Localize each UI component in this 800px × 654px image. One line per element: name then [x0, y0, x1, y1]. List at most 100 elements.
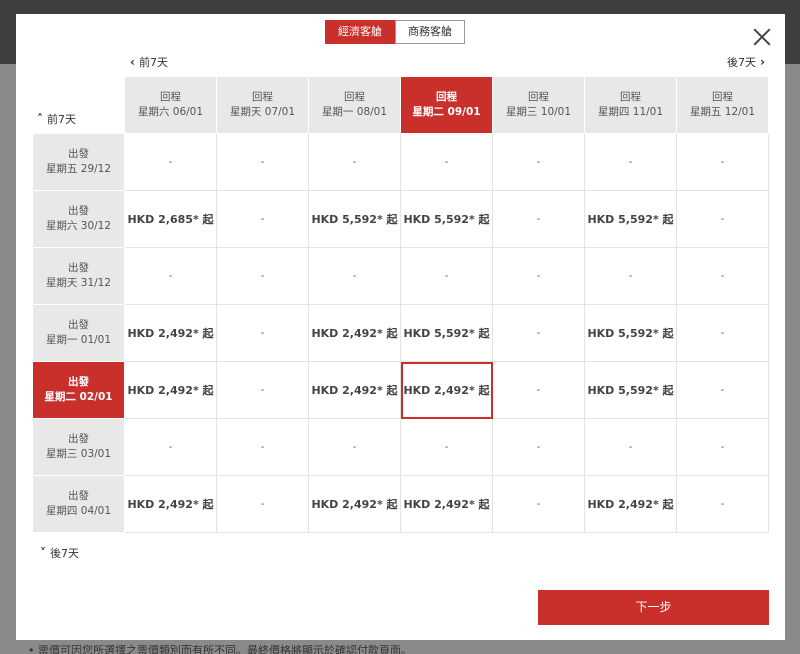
fare-cell-unavailable: - — [400, 247, 493, 305]
departure-row: 出發 星期三 03/01- - - - - - - — [32, 418, 769, 476]
return-date: 星期二 09/01 — [412, 106, 481, 118]
return-date-header-row: ˄ 前7天 回程 星期六 06/01 回程 星期天 07/01 回程 星期一 08/01 回程… — [32, 76, 769, 134]
departure-label: 出發 — [68, 490, 89, 502]
fare-cell-unavailable: - — [676, 133, 769, 191]
fare-cell-unavailable: - — [308, 133, 401, 191]
next-7-days-departure-button[interactable]: ˅ 後7天 — [36, 545, 79, 561]
fare-cell-unavailable: - — [124, 247, 217, 305]
fare-cell[interactable]: HKD 5,592* 起 — [584, 190, 677, 248]
close-icon[interactable] — [753, 28, 771, 46]
prev-7-days-return-button[interactable]: ‹ 前7天 — [126, 54, 168, 70]
return-date-header: 回程 星期三 10/01 — [492, 76, 585, 134]
chevron-right-icon: › — [760, 55, 765, 69]
fare-cell-unavailable: - — [584, 133, 677, 191]
fare-cell-unavailable: - — [308, 418, 401, 476]
fare-cell-unavailable: - — [216, 361, 309, 419]
return-date: 星期三 10/01 — [505, 106, 572, 118]
departure-row: 出發 星期一 01/01 HKD 2,492* 起 - HKD 2,492* 起 HKD … — [32, 304, 769, 362]
fare-cell[interactable]: HKD 5,592* 起 — [308, 190, 401, 248]
return-date: 星期六 06/01 — [137, 106, 204, 118]
fare-cell-unavailable: - — [492, 304, 585, 362]
fare-cell-unavailable: - — [676, 304, 769, 362]
fare-cell[interactable]: HKD 2,492* 起 — [124, 475, 217, 533]
fare-cell[interactable]: HKD 5,592* 起 — [400, 190, 493, 248]
fare-cell-unavailable: - — [676, 418, 769, 476]
chevron-down-icon: ˅ — [40, 546, 46, 560]
fare-calendar-dialog: 經濟客艙 商務客艙 ‹ 前7天 後7天 › ˄ 前7天 回程 星期六 06/01 回程 星期… — [16, 14, 785, 640]
fare-cell-unavailable: - — [216, 304, 309, 362]
departure-date: 星期四 04/01 — [45, 505, 112, 517]
fare-cell[interactable]: HKD 2,492* 起 — [124, 361, 217, 419]
departure-row: 出發 星期四 04/01 HKD 2,492* 起 - HKD 2,492* 起 HKD … — [32, 475, 769, 533]
fare-cell[interactable]: HKD 5,592* 起 — [400, 304, 493, 362]
departure-row: 出發 星期六 30/12 HKD 2,685* 起 - HKD 5,592* 起 HKD … — [32, 190, 769, 248]
fare-grid: ˄ 前7天 回程 星期六 06/01 回程 星期天 07/01 回程 星期一 08/01 回程… — [32, 76, 769, 533]
chevron-left-icon: ‹ — [130, 55, 135, 69]
departure-date: 星期三 03/01 — [45, 448, 112, 460]
departure-row: 出發 星期天 31/12- - - - - - - — [32, 247, 769, 305]
fare-cell-unavailable: - — [492, 361, 585, 419]
departure-date-header: 出發 星期三 03/01 — [32, 418, 125, 476]
fare-cell-unavailable: - — [308, 247, 401, 305]
fare-cell[interactable]: HKD 2,685* 起 — [124, 190, 217, 248]
return-date: 星期四 11/01 — [597, 106, 664, 118]
departure-date-header: 出發星期四 04/01 — [32, 475, 125, 533]
return-label: 回程 — [252, 91, 273, 103]
fare-cell-unavailable: - — [216, 247, 309, 305]
fare-cell[interactable]: HKD 2,492* 起 — [308, 361, 401, 419]
fare-cell[interactable]: HKD 2,492* 起 — [124, 304, 217, 362]
next-7-days-label: 後7天 — [727, 56, 757, 69]
prev-7-days-side-label: 前7天 — [47, 113, 76, 126]
fare-cell-unavailable: - — [492, 190, 585, 248]
departure-date-header: 出發星期六 30/12 — [32, 190, 125, 248]
fare-cell-unavailable: - — [400, 133, 493, 191]
fare-cell[interactable]: HKD 2,492* 起 — [308, 304, 401, 362]
fare-cell-unavailable: - — [584, 247, 677, 305]
return-date-header: 回程星期六 06/01 — [124, 76, 217, 134]
next-step-button[interactable]: 下一步 — [538, 590, 769, 625]
fare-cell-unavailable: - — [676, 190, 769, 248]
departure-label: 出發 — [68, 262, 89, 274]
fare-cell[interactable]: HKD 2,492* 起 — [308, 475, 401, 533]
fare-cell-unavailable: - — [492, 475, 585, 533]
departure-label: 出發 — [68, 319, 89, 331]
fare-cell[interactable]: HKD 5,592* 起 — [584, 361, 677, 419]
return-label: 回程 — [620, 91, 641, 103]
tab-economy[interactable]: 經濟客艙 — [325, 20, 395, 44]
fare-cell[interactable]: HKD 2,492* 起 — [584, 475, 677, 533]
departure-label: 出發 — [68, 376, 89, 388]
fare-cell-unavailable: - — [216, 190, 309, 248]
fare-cell[interactable]: HKD 2,492* 起 — [400, 475, 493, 533]
tab-business[interactable]: 商務客艙 — [395, 20, 465, 44]
return-date-header: 回程 星期天 07/01 — [216, 76, 309, 134]
return-label: 回程 — [712, 91, 733, 103]
departure-row: 出發 星期五 29/12- - - - - - - — [32, 133, 769, 191]
departure-label: 出發 — [68, 205, 89, 217]
fare-cell-unavailable: - — [676, 247, 769, 305]
return-date-header: 回程 星期五 12/01 — [676, 76, 769, 134]
fare-grid-body: 出發 星期五 29/12- - - - - - - 出發 星期六 30/12 HKD 2,685* … — [32, 133, 769, 533]
return-label: 回程 — [436, 91, 457, 103]
fare-cell[interactable]: HKD 5,592* 起 — [584, 304, 677, 362]
fare-footnote: • 票價可因您所選擇之票價類別而有所不同。最終價格將顯示於確認付款頁面。 — [28, 644, 412, 654]
fare-cell-unavailable: - — [216, 418, 309, 476]
departure-date: 星期六 30/12 — [45, 220, 112, 232]
return-label: 回程 — [344, 91, 365, 103]
return-date-header: 回程星期四 11/01 — [584, 76, 677, 134]
departure-date-header: 出發 星期天 31/12 — [32, 247, 125, 305]
departure-date-header: 出發 星期五 29/12 — [32, 133, 125, 191]
departure-label: 出發 — [68, 148, 89, 160]
prev-7-days-label: 前7天 — [138, 56, 168, 69]
fare-cell-unavailable: - — [492, 247, 585, 305]
departure-row: 出發 星期二 02/01 HKD 2,492* 起 - HKD 2,492* 起 HKD … — [32, 361, 769, 419]
cabin-class-tabs: 經濟客艙 商務客艙 — [325, 20, 465, 44]
return-label: 回程 — [160, 91, 181, 103]
fare-cell-unavailable: - — [492, 133, 585, 191]
prev-7-days-departure-button[interactable]: ˄ 前7天 — [33, 112, 76, 126]
departure-date: 星期一 01/01 — [45, 334, 112, 346]
fare-cell[interactable]: HKD 2,492* 起 — [400, 361, 493, 419]
return-date-header: 回程星期二 09/01 — [400, 76, 493, 134]
fare-cell-unavailable: - — [676, 475, 769, 533]
next-7-days-return-button[interactable]: 後7天 › — [727, 54, 769, 70]
departure-date-header: 出發 星期二 02/01 — [32, 361, 125, 419]
